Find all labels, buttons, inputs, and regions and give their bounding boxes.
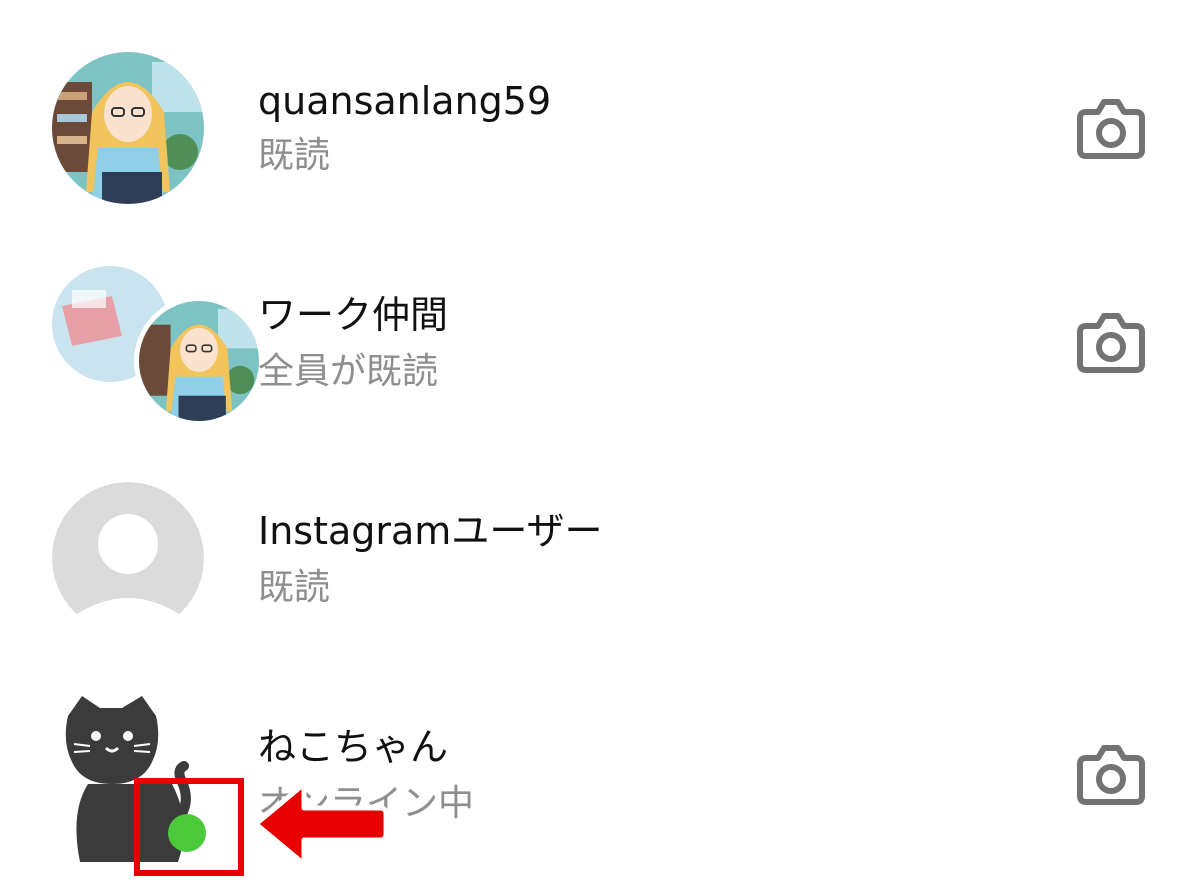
camera-icon[interactable] — [1076, 98, 1146, 160]
conversation-status: 全員が既読 — [258, 351, 439, 392]
conversation-name: ワーク仲間 — [258, 293, 449, 337]
camera-icon[interactable] — [1076, 744, 1146, 806]
conversation-name: Instagramユーザー — [258, 509, 603, 553]
conversation-name: ねこちゃん — [258, 725, 449, 769]
conversation-status: 既読 — [258, 567, 331, 608]
default-user-avatar — [52, 482, 204, 634]
conversation-name: quansanlang59 — [258, 79, 552, 123]
group-avatar — [52, 266, 264, 426]
group-member-avatar — [134, 296, 264, 426]
conversation-row[interactable]: Instagramユーザー 既読 — [0, 458, 1200, 658]
camera-icon[interactable] — [1076, 312, 1146, 374]
red-arrow-annotation — [248, 774, 389, 874]
conversation-status: 既読 — [258, 135, 331, 176]
anime-girl-avatar — [52, 52, 204, 204]
conversation-row[interactable]: quansanlang59 既読 — [0, 28, 1200, 228]
highlight-box — [134, 778, 244, 876]
conversation-row[interactable]: ワーク仲間 全員が既読 — [0, 242, 1200, 442]
